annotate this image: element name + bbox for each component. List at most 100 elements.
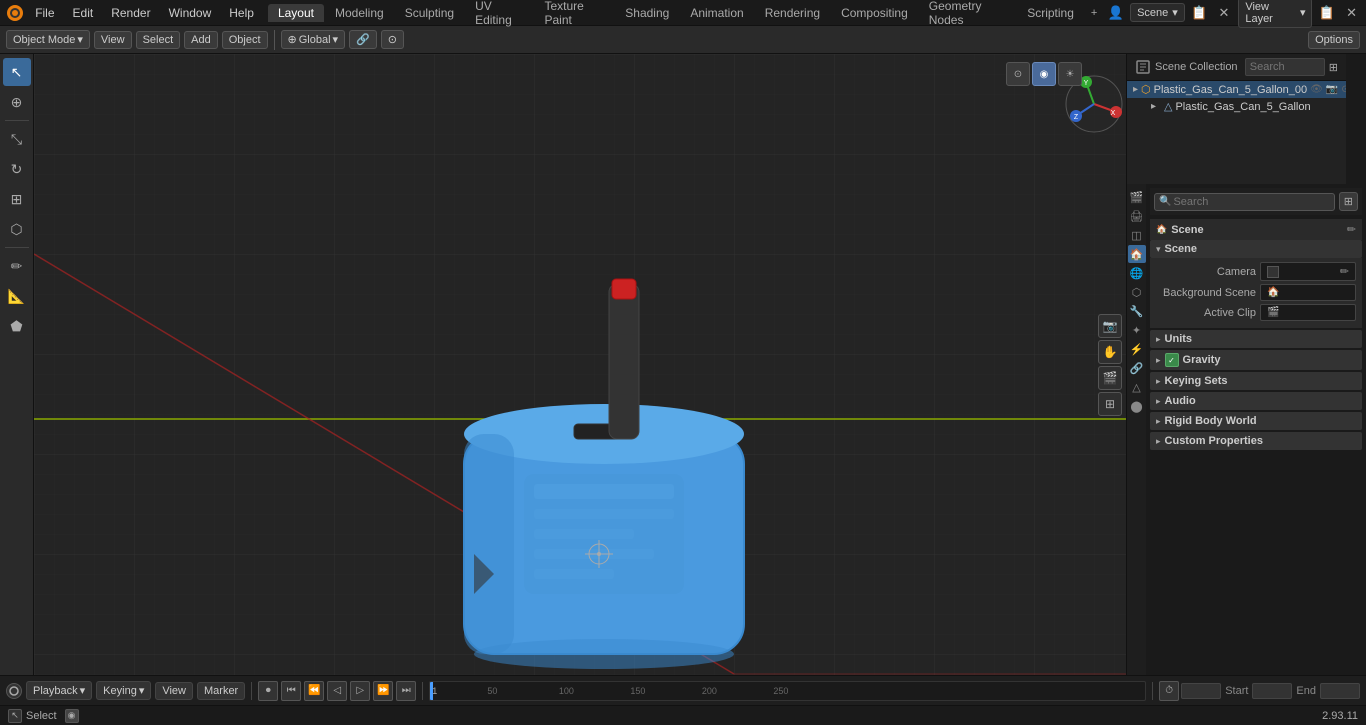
view-layer-delete-icon[interactable]: ✕ [1341, 2, 1362, 24]
rigid-body-header[interactable]: ▸ Rigid Body World [1150, 412, 1362, 430]
play-back-button[interactable]: ◁ [327, 681, 347, 701]
tab-uv-editing[interactable]: UV Editing [465, 0, 533, 29]
proportional-edit[interactable]: ⊙ [381, 30, 404, 49]
measure-tool[interactable]: 📐 [3, 282, 31, 310]
scale-tool[interactable]: ⊞ [3, 185, 31, 213]
scene-section-header[interactable]: ▾ Scene [1150, 240, 1362, 258]
time-display-icon[interactable]: ⏱ [1159, 681, 1179, 701]
audio-header[interactable]: ▸ Audio [1150, 392, 1362, 410]
options-button[interactable]: Options [1308, 31, 1360, 49]
outliner-filter-icon[interactable]: ⊞ [1329, 61, 1338, 74]
tab-scripting[interactable]: Scripting [1017, 4, 1084, 22]
hand-tool-button[interactable]: ✋ [1098, 340, 1122, 364]
background-scene-value[interactable]: 🏠 [1260, 284, 1356, 301]
scene-selector[interactable]: Scene ▾ [1130, 3, 1185, 22]
timeline-track[interactable]: 1 50 100 150 200 250 [429, 681, 1146, 701]
object-props-icon[interactable]: ⬡ [1128, 283, 1146, 301]
menu-edit[interactable]: Edit [65, 4, 102, 22]
camera-value[interactable]: ✏ [1260, 262, 1356, 281]
scene-props-icon[interactable]: 🏠 [1128, 245, 1146, 263]
select-tool[interactable]: ↖ [3, 58, 31, 86]
record-button[interactable]: ⏺ [258, 681, 278, 701]
camera-view-button[interactable]: 📷 [1098, 314, 1122, 338]
tab-texture-paint[interactable]: Texture Paint [534, 0, 614, 29]
output-props-icon[interactable]: 🖨 [1128, 207, 1146, 225]
render-icon-0[interactable]: ⊙ [1341, 84, 1346, 95]
props-search-input[interactable] [1173, 196, 1329, 208]
step-back-button[interactable]: ⏪ [304, 681, 324, 701]
outliner-item-gas-can-00[interactable]: ▸ ⬡ Plastic_Gas_Can_5_Gallon_00 👁 📷 ⊙ [1127, 81, 1346, 98]
keying-sets-header[interactable]: ▸ Keying Sets [1150, 372, 1362, 390]
tab-rendering[interactable]: Rendering [755, 4, 830, 22]
view-layer-props-icon[interactable]: ◫ [1128, 226, 1146, 244]
menu-render[interactable]: Render [103, 4, 158, 22]
gravity-checkbox[interactable]: ✓ [1165, 353, 1179, 367]
jump-end-button[interactable]: ⏭ [396, 681, 416, 701]
modifier-props-icon[interactable]: 🔧 [1128, 302, 1146, 320]
render-props-icon[interactable]: 🎬 [1128, 188, 1146, 206]
view-menu[interactable]: View [94, 31, 132, 49]
annotate-tool[interactable]: ✏ [3, 252, 31, 280]
end-frame-input[interactable]: 250 [1320, 683, 1360, 699]
world-props-icon[interactable]: 🌐 [1128, 264, 1146, 282]
outliner-item-gas-can[interactable]: ▸ △ Plastic_Gas_Can_5_Gallon [1127, 98, 1346, 115]
view-layer-selector[interactable]: View Layer ▾ [1238, 0, 1312, 28]
rotate-tool[interactable]: ↻ [3, 155, 31, 183]
view-layer-new-icon[interactable]: 📋 [1316, 2, 1337, 24]
gravity-section-header[interactable]: ▸ ✓ Gravity [1150, 350, 1362, 370]
physics-props-icon[interactable]: ⚡ [1128, 340, 1146, 358]
tab-shading[interactable]: Shading [615, 4, 679, 22]
tab-geometry-nodes[interactable]: Geometry Nodes [919, 0, 1016, 29]
playback-menu[interactable]: Playback ▾ [26, 681, 92, 700]
scene-delete-icon[interactable]: ✕ [1214, 2, 1235, 24]
camera-edit-icon[interactable]: ✏ [1340, 265, 1349, 278]
view-menu-tl[interactable]: View [155, 682, 193, 700]
user-icon[interactable]: 👤 [1105, 2, 1126, 24]
solid-shading-btn[interactable]: ⊙ [1006, 62, 1030, 86]
tab-animation[interactable]: Animation [680, 4, 753, 22]
camera-icon-0[interactable]: 📷 [1326, 84, 1338, 95]
material-props-icon[interactable]: ⬤ [1128, 397, 1146, 415]
rendered-btn[interactable]: ☀ [1058, 62, 1082, 86]
custom-props-header[interactable]: ▸ Custom Properties [1150, 432, 1362, 450]
material-preview-btn[interactable]: ◉ [1032, 62, 1056, 86]
tab-compositing[interactable]: Compositing [831, 4, 918, 22]
tab-modeling[interactable]: Modeling [325, 4, 394, 22]
constraints-props-icon[interactable]: 🔗 [1128, 359, 1146, 377]
transform-selector[interactable]: ⊕ Global ▾ [281, 30, 346, 49]
timeline-mode-icon[interactable] [6, 683, 22, 699]
object-origin-tool[interactable]: ⬟ [3, 312, 31, 340]
marker-menu[interactable]: Marker [197, 682, 245, 700]
camera-lock-button[interactable]: 🎬 [1098, 366, 1122, 390]
scene-header-options[interactable]: ✏ [1347, 223, 1356, 236]
menu-file[interactable]: File [27, 4, 62, 22]
snap-toggle[interactable]: 🔗 [349, 30, 377, 49]
move-tool[interactable]: ⤡ [3, 125, 31, 153]
scene-new-icon[interactable]: 📋 [1189, 2, 1210, 24]
view-icon-0[interactable]: 👁 [1310, 84, 1323, 95]
jump-start-button[interactable]: ⏮ [281, 681, 301, 701]
active-clip-value[interactable]: 🎬 [1260, 304, 1356, 321]
current-frame-input[interactable]: 1 [1181, 683, 1221, 699]
viewport[interactable]: User Perspective (1) Scene Collection [34, 54, 1126, 675]
transform-tool[interactable]: ⬡ [3, 215, 31, 243]
play-forward-button[interactable]: ▷ [350, 681, 370, 701]
tab-layout[interactable]: Layout [268, 4, 324, 22]
cursor-tool[interactable]: ⊕ [3, 88, 31, 116]
tab-sculpting[interactable]: Sculpting [395, 4, 464, 22]
menu-window[interactable]: Window [161, 4, 220, 22]
outliner-search-input[interactable] [1245, 58, 1325, 76]
start-frame-input[interactable]: 1 [1252, 683, 1292, 699]
mode-selector[interactable]: Object Mode ▾ [6, 30, 90, 49]
add-workspace-button[interactable]: + [1085, 5, 1103, 21]
props-filter-button[interactable]: ⊞ [1339, 192, 1358, 211]
add-menu[interactable]: Add [184, 31, 218, 49]
particles-props-icon[interactable]: ✦ [1128, 321, 1146, 339]
data-props-icon[interactable]: △ [1128, 378, 1146, 396]
step-forward-button[interactable]: ⏩ [373, 681, 393, 701]
blender-logo[interactable] [4, 2, 25, 24]
menu-help[interactable]: Help [221, 4, 262, 22]
render-overlay-button[interactable]: ⊞ [1098, 392, 1122, 416]
object-menu[interactable]: Object [222, 31, 268, 49]
units-section-header[interactable]: ▸ Units [1150, 330, 1362, 348]
